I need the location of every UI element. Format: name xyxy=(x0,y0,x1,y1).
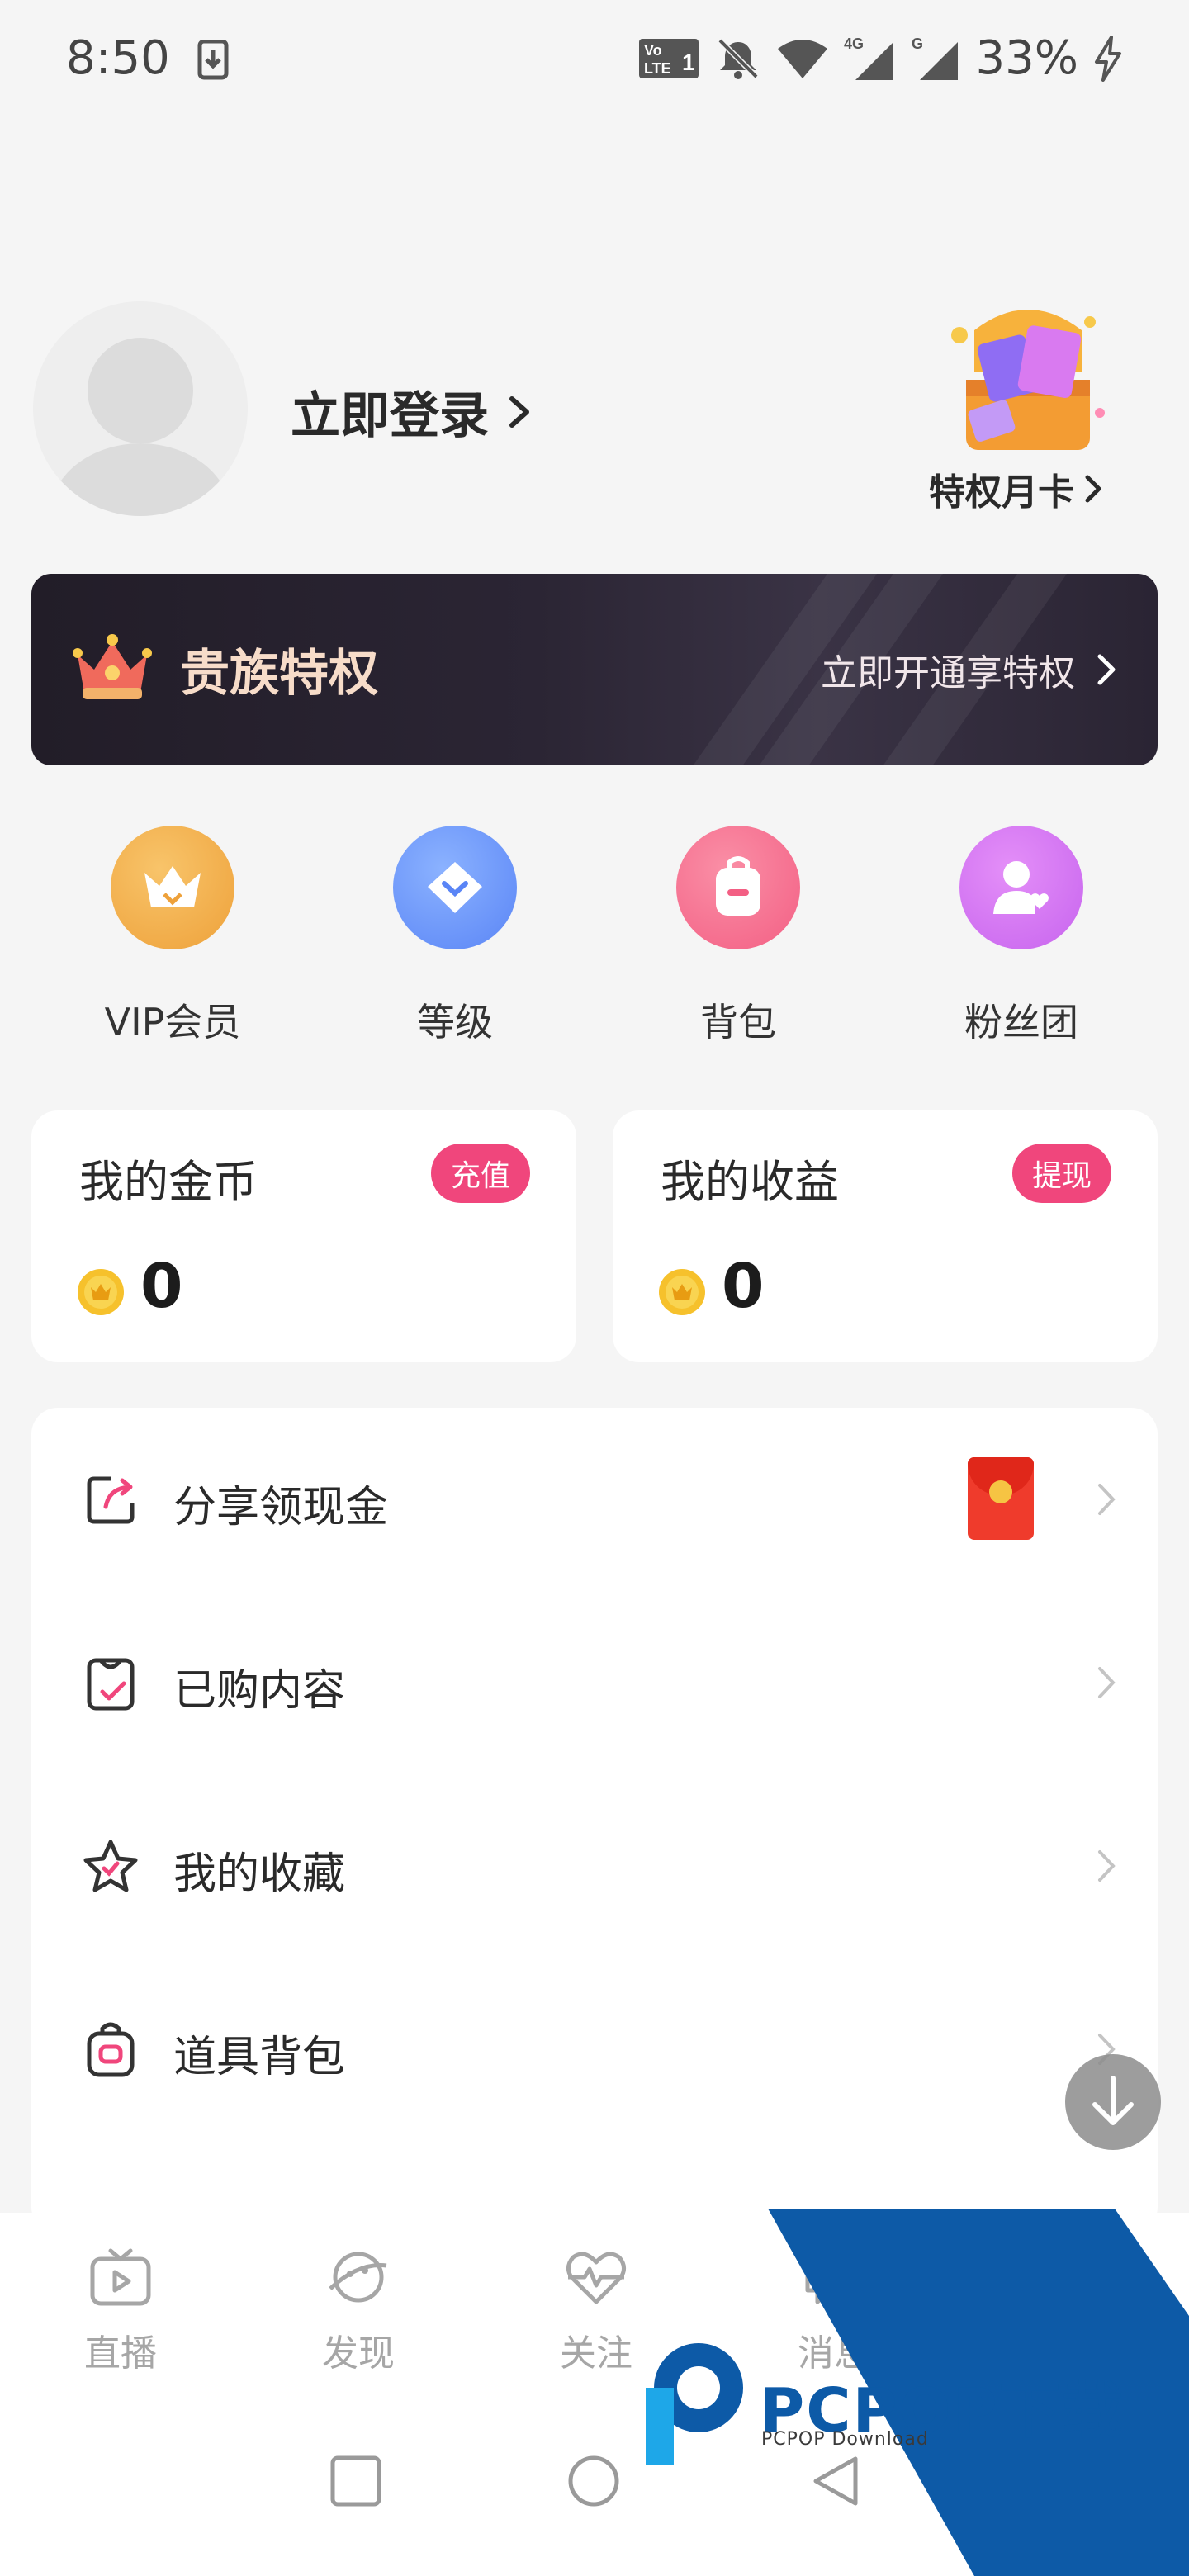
chevron-right-icon xyxy=(509,395,529,428)
svg-text:Vo: Vo xyxy=(644,42,662,59)
chevron-right-icon xyxy=(1098,1484,1116,1515)
chevron-right-icon xyxy=(1098,1850,1116,1882)
coins-card[interactable]: 我的金币 充值 0 xyxy=(31,1110,576,1362)
quick-fan-club-label: 粉丝团 xyxy=(964,1000,1078,1044)
svg-text:4G: 4G xyxy=(844,36,864,52)
backpack-icon xyxy=(87,2022,135,2077)
menu-item-label: 道具背包 xyxy=(173,2033,346,2082)
avatar[interactable] xyxy=(33,301,248,516)
tab-discover-label: 发现 xyxy=(322,2332,395,2375)
quick-vip[interactable]: VIP会员 xyxy=(82,826,263,1057)
battery-percentage: 33% xyxy=(975,31,1078,85)
menu-list: 分享领现金 已购内容 我的收藏 道具背包 xyxy=(31,1408,1158,2233)
svg-text:1: 1 xyxy=(682,50,695,75)
recharge-button[interactable]: 充值 xyxy=(430,1144,530,1203)
coins-title: 我的金币 xyxy=(79,1156,258,1208)
red-envelope-icon xyxy=(968,1457,1034,1540)
tab-live[interactable]: 直播 xyxy=(38,2246,203,2376)
menu-item-label: 分享领现金 xyxy=(173,1483,389,1532)
signal-g-icon: G xyxy=(912,36,958,80)
tab-live-label: 直播 xyxy=(84,2332,157,2375)
quick-backpack[interactable]: 背包 xyxy=(647,826,829,1057)
watermark-subtitle: PCPOP Download xyxy=(761,2429,929,2450)
volte-icon: Vo LTE 1 xyxy=(638,38,699,78)
heartbeat-icon xyxy=(566,2252,626,2304)
tv-icon xyxy=(90,2248,151,2306)
tab-discover[interactable]: 发现 xyxy=(276,2246,441,2376)
noble-privilege-banner[interactable]: 贵族特权 立即开通享特权 xyxy=(31,574,1158,765)
svg-text:LTE: LTE xyxy=(644,60,671,77)
coins-value: 0 xyxy=(140,1251,183,1322)
quick-fan-club[interactable]: 粉丝团 xyxy=(931,826,1112,1057)
treasure-chest-icon xyxy=(951,310,1105,450)
charging-icon xyxy=(1095,35,1121,82)
download-notification-icon xyxy=(197,40,229,80)
star-icon xyxy=(83,1840,138,1892)
recent-apps-button[interactable] xyxy=(329,2454,383,2508)
status-time: 8:50 xyxy=(66,31,170,85)
open-privilege-label: 立即开通享特权 xyxy=(821,652,1075,694)
scroll-down-button[interactable] xyxy=(1065,2054,1161,2150)
menu-item-favorites[interactable]: 我的收藏 xyxy=(31,1774,1158,1958)
wifi-icon xyxy=(777,39,827,78)
noble-title: 贵族特权 xyxy=(180,645,378,703)
default-user-icon xyxy=(50,338,231,516)
quick-vip-label: VIP会员 xyxy=(104,1000,241,1044)
coin-icon xyxy=(659,1269,705,1315)
crown-icon xyxy=(111,826,234,949)
open-privilege-link[interactable]: 立即开通享特权 xyxy=(821,643,1116,696)
monthly-card-entry[interactable]: 特权月卡 xyxy=(925,297,1131,514)
status-bar: 8:50 Vo LTE 1 4G G 33% xyxy=(0,0,1189,124)
menu-item-purchased[interactable]: 已购内容 xyxy=(31,1591,1158,1774)
quick-backpack-label: 背包 xyxy=(700,1000,776,1044)
quick-level-label: 等级 xyxy=(417,1000,493,1044)
earnings-value: 0 xyxy=(722,1251,765,1322)
login-label: 立即登录 xyxy=(291,387,489,445)
menu-item-label: 已购内容 xyxy=(173,1666,346,1716)
menu-item-share[interactable]: 分享领现金 xyxy=(31,1408,1158,1591)
login-link[interactable]: 立即登录 xyxy=(291,376,532,447)
chevron-right-icon xyxy=(1085,475,1101,503)
coin-icon xyxy=(78,1269,124,1315)
monthly-card-label: 特权月卡 xyxy=(929,471,1074,514)
earnings-title: 我的收益 xyxy=(661,1156,839,1208)
fan-user-icon xyxy=(959,826,1083,949)
share-icon xyxy=(87,1476,135,1524)
menu-item-label: 我的收藏 xyxy=(173,1849,346,1899)
quick-level[interactable]: 等级 xyxy=(364,826,546,1057)
crown-icon xyxy=(73,634,152,699)
diamond-icon xyxy=(393,826,517,949)
planet-icon xyxy=(329,2252,387,2303)
home-button[interactable] xyxy=(566,2454,621,2508)
purchased-icon xyxy=(87,1658,135,1711)
chevron-right-icon xyxy=(1098,1667,1116,1698)
tab-follow-label: 关注 xyxy=(560,2332,632,2375)
menu-item-prop-backpack[interactable]: 道具背包 xyxy=(31,1958,1158,2141)
svg-text:G: G xyxy=(912,36,923,52)
withdraw-button[interactable]: 提现 xyxy=(1011,1144,1111,1203)
backpack-icon xyxy=(676,826,800,949)
chevron-right-icon xyxy=(1097,654,1116,685)
pcpop-logo-icon xyxy=(646,2343,743,2465)
arrow-down-icon xyxy=(1092,2076,1134,2125)
signal-4g-icon: 4G xyxy=(844,36,893,80)
earnings-card[interactable]: 我的收益 提现 0 xyxy=(613,1110,1158,1362)
mute-bell-icon xyxy=(718,38,759,79)
